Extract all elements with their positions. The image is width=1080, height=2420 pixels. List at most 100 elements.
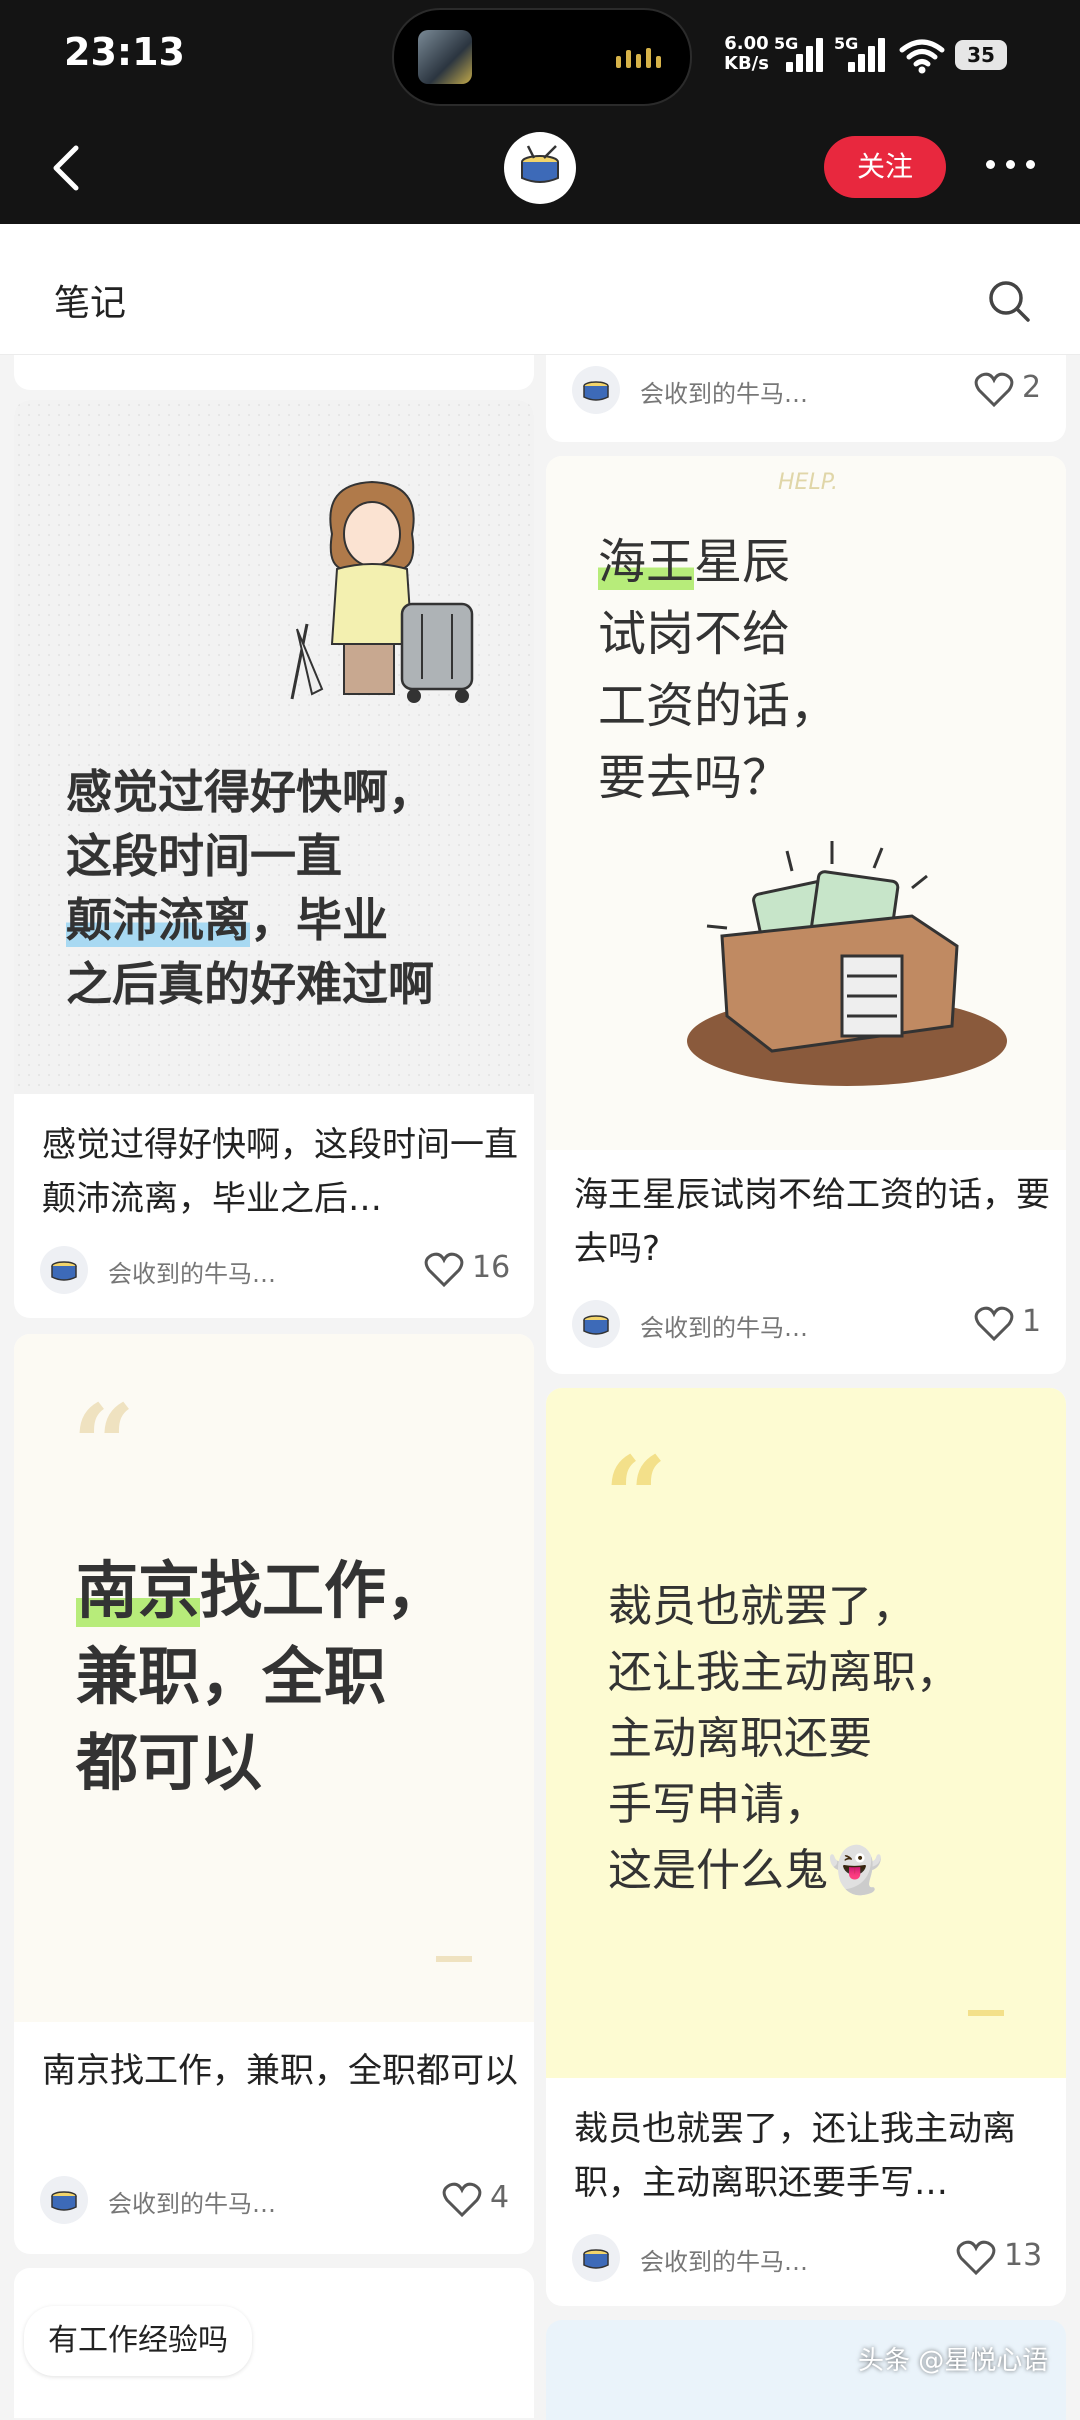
note-author[interactable]: 会收到的牛马… xyxy=(572,1300,872,1348)
author-name: 会收到的牛马… xyxy=(108,1260,276,1288)
cover-line-3: 工资的话， xyxy=(598,678,839,734)
drum-logo-icon xyxy=(583,1315,609,1335)
note-caption-chip[interactable]: 有工作经验吗 xyxy=(24,2306,252,2376)
divider xyxy=(968,2010,1004,2016)
net-speed: 6.00 KB/s xyxy=(724,34,769,74)
battery-indicator: 35 xyxy=(955,40,1007,70)
cover-line-4: 手写申请， xyxy=(608,1779,828,1830)
help-doodle: HELP. xyxy=(778,470,838,495)
note-cover-image: “ 南京找工作， 兼职，全职 都可以 xyxy=(14,1334,534,2022)
cover-highlight: 南京 xyxy=(76,1554,201,1627)
cover-text: 裁员也就罢了， 还让我主动离职， 主动离职还要 手写申请， 这是什么鬼👻 xyxy=(608,1574,960,1904)
heart-icon xyxy=(424,1252,464,1288)
like-button[interactable]: 4 xyxy=(442,2176,510,2224)
author-name: 会收到的牛马… xyxy=(108,2190,276,2218)
author-name: 会收到的牛马… xyxy=(640,1314,808,1342)
cover-line-3: 主动离职还要 xyxy=(608,1713,872,1764)
note-cover-image: 感觉过得好快啊， 这段时间一直 颠沛流离，毕业 之后真的好难过啊 xyxy=(14,400,534,1094)
cover-line-1: 南京找工作， xyxy=(76,1554,449,1627)
cover-highlight: 海王 xyxy=(598,534,695,590)
girl-with-suitcase-illustration xyxy=(290,480,474,703)
like-count: 2 xyxy=(1022,370,1042,405)
note-card[interactable]: “ 南京找工作， 兼职，全职 都可以 南京找工作，兼职，全职都可以 会收到的牛马… xyxy=(14,1334,534,2254)
like-button[interactable]: 2 xyxy=(974,366,1042,414)
heart-icon xyxy=(956,2240,996,2276)
cover-line-1: 海王星辰 xyxy=(598,534,791,590)
like-button[interactable]: 13 xyxy=(956,2234,1043,2282)
author-avatar xyxy=(572,366,620,414)
cover-line-2: 试岗不给 xyxy=(598,606,791,662)
dynamic-island[interactable] xyxy=(392,8,692,106)
cover-text: 海王星辰 试岗不给 工资的话， 要去吗？ xyxy=(598,526,838,814)
note-caption: 裁员也就罢了，还让我主动离职，主动离职还要手写… xyxy=(574,2109,1016,2203)
follow-button[interactable]: 关注 xyxy=(824,136,946,198)
drum-logo-icon xyxy=(51,1261,77,1281)
cover-highlight: 颠沛流离 xyxy=(66,893,250,947)
cover-line-1: 裁员也就罢了， xyxy=(608,1581,916,1632)
cover-line-2: 兼职，全职 xyxy=(76,1640,387,1713)
money-box-illustration xyxy=(687,841,1007,1086)
note-author[interactable]: 会收到的牛马… xyxy=(572,366,872,414)
author-avatar xyxy=(40,1246,88,1294)
account-avatar[interactable] xyxy=(504,132,576,204)
now-playing-artwork xyxy=(418,30,472,84)
note-author[interactable]: 会收到的牛马… xyxy=(572,2234,872,2282)
note-cover-image: HELP. 海王星辰 试岗不给 工资的话， 要去吗？ xyxy=(546,456,1066,1150)
heart-icon xyxy=(442,2182,482,2218)
drum-logo-icon xyxy=(583,381,609,401)
cover-line-1: 感觉过得好快啊， xyxy=(66,765,434,819)
note-author[interactable]: 会收到的牛马… xyxy=(40,1246,340,1294)
watermark-text: 头条 @星悦心语 xyxy=(858,2346,1049,2376)
audio-wave-icon xyxy=(616,46,664,68)
like-button[interactable]: 16 xyxy=(424,1246,511,1294)
status-bar: 23:13 6.00 KB/s 5G 5G 35 xyxy=(0,0,1080,118)
drum-logo-icon xyxy=(521,145,559,183)
cover-text: 南京找工作， 兼职，全职 都可以 xyxy=(76,1548,448,1806)
author-avatar xyxy=(572,2234,620,2282)
note-card[interactable]: “ 裁员也就罢了， 还让我主动离职， 主动离职还要 手写申请， 这是什么鬼👻 裁… xyxy=(546,1388,1066,2306)
signal2-bars-icon xyxy=(848,34,888,72)
chevron-left-icon[interactable] xyxy=(38,138,98,198)
cover-line-2: 还让我主动离职， xyxy=(608,1647,960,1698)
like-count: 4 xyxy=(490,2180,510,2215)
note-card[interactable]: 感觉过得好快啊， 这段时间一直 颠沛流离，毕业 之后真的好难过啊 感觉过得好快啊… xyxy=(14,400,534,1318)
cover-line-2: 这段时间一直 xyxy=(66,829,342,883)
cover-line-3: 都可以 xyxy=(76,1726,263,1799)
top-nav: 关注 xyxy=(0,118,1080,224)
note-card[interactable]: HELP. 海王星辰 试岗不给 工资的话， 要去吗？ 海王星辰试岗不给工资的话，… xyxy=(546,456,1066,1374)
quote-mark-icon: “ xyxy=(72,1380,136,1509)
heart-icon xyxy=(974,1306,1014,1342)
cover-line-4: 之后真的好难过啊 xyxy=(66,957,434,1011)
note-cover-image: “ 裁员也就罢了， 还让我主动离职， 主动离职还要 手写申请， 这是什么鬼👻 xyxy=(546,1388,1066,2078)
wifi-icon xyxy=(899,39,945,74)
cover-line-5: 这是什么鬼👻 xyxy=(608,1845,883,1896)
section-title: 笔记 xyxy=(54,283,127,324)
search-icon[interactable] xyxy=(986,278,1032,324)
quote-mark-icon: “ xyxy=(604,1432,668,1561)
like-count: 16 xyxy=(472,1250,511,1285)
more-dots-icon[interactable] xyxy=(980,148,1040,188)
net-speed-unit: KB/s xyxy=(724,53,769,74)
cover-line-3: 颠沛流离，毕业 xyxy=(66,893,388,947)
note-caption: 海王星辰试岗不给工资的话，要去吗? xyxy=(574,1175,1050,1269)
like-count: 1 xyxy=(1022,1304,1042,1339)
cover-text: 感觉过得好快啊， 这段时间一直 颠沛流离，毕业 之后真的好难过啊 xyxy=(66,760,434,1016)
note-caption: 感觉过得好快啊，这段时间一直颠沛流离，毕业之后… xyxy=(42,1125,518,1219)
author-avatar xyxy=(572,1300,620,1348)
heart-icon xyxy=(974,372,1014,408)
like-count: 13 xyxy=(1004,2238,1043,2273)
author-name: 会收到的牛马… xyxy=(640,380,808,408)
notes-header: 笔记 xyxy=(0,224,1080,355)
like-button[interactable]: 1 xyxy=(974,1300,1042,1348)
note-caption: 南京找工作，兼职，全职都可以 xyxy=(42,2051,518,2091)
signal1-bars-icon xyxy=(786,34,826,72)
drum-logo-icon xyxy=(583,2249,609,2269)
divider xyxy=(436,1956,472,1962)
author-name: 会收到的牛马… xyxy=(640,2248,808,2276)
drum-logo-icon xyxy=(51,2191,77,2211)
status-time: 23:13 xyxy=(64,30,185,74)
cover-line-4: 要去吗？ xyxy=(598,750,791,806)
note-author[interactable]: 会收到的牛马… xyxy=(40,2176,340,2224)
net-speed-value: 6.00 xyxy=(724,33,769,54)
author-avatar xyxy=(40,2176,88,2224)
